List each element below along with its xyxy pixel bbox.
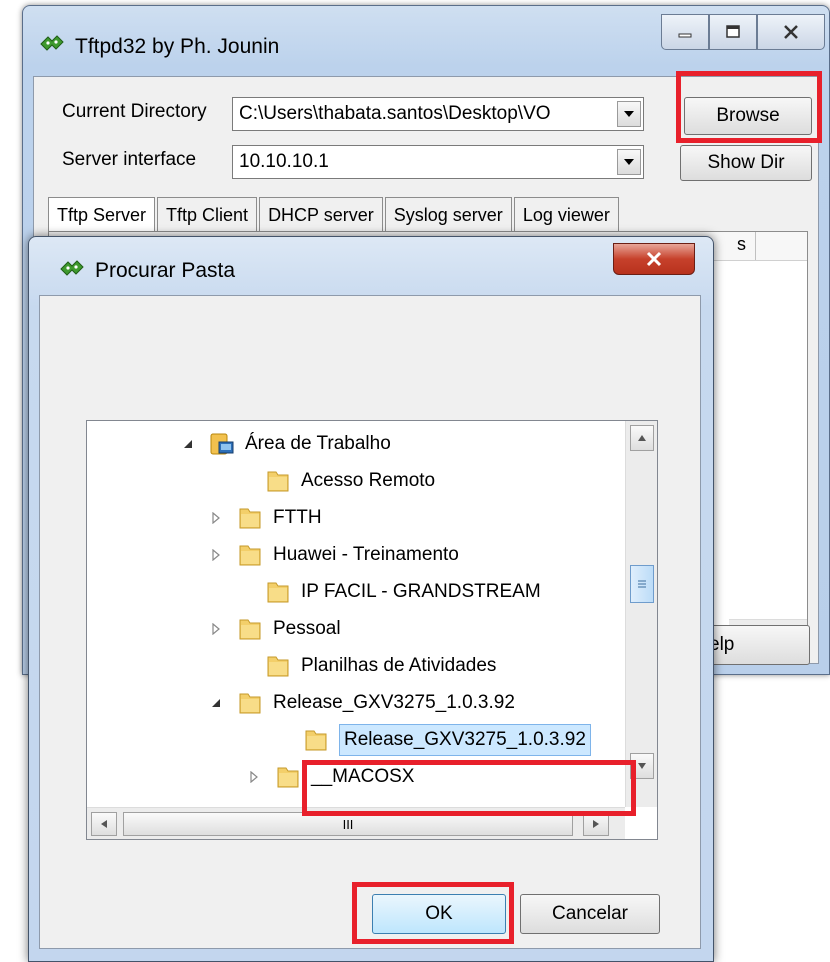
- dialog-client-area: Área de Trabalho Acesso Remoto FTTH Huawei …: [39, 295, 701, 949]
- tree-item-label: Release_GXV3275_1.0.3.92: [273, 692, 515, 713]
- maximize-button[interactable]: [709, 14, 757, 50]
- tree-item-label: Release_GXV3275_1.0.3.92: [339, 724, 591, 756]
- folder-icon: [239, 508, 261, 529]
- chevron-down-icon: [624, 159, 634, 165]
- app-icon: [40, 35, 64, 51]
- scroll-left-button[interactable]: [91, 812, 117, 836]
- server-interface-combo[interactable]: 10.10.10.1: [232, 145, 644, 179]
- expander-collapsed-icon[interactable]: [209, 548, 223, 562]
- caption-buttons: [661, 14, 825, 50]
- column-header-partial: s: [737, 234, 746, 254]
- tab-tftp-client[interactable]: Tftp Client: [157, 197, 258, 231]
- tree-item-label: FTTH: [273, 507, 322, 528]
- show-dir-button[interactable]: Show Dir: [680, 145, 812, 181]
- arrow-left-icon: [101, 820, 107, 828]
- folder-icon: [239, 619, 261, 640]
- tree-item[interactable]: Área de Trabalho: [181, 427, 391, 461]
- folder-icon: [267, 656, 289, 677]
- arrow-up-icon: [638, 435, 646, 441]
- server-interface-value: 10.10.10.1: [239, 151, 329, 172]
- current-directory-combo[interactable]: C:\Users\thabata.santos\Desktop\VO: [232, 97, 644, 131]
- tree-item-label: __MACOSX: [311, 766, 415, 787]
- chevron-down-icon: [624, 111, 634, 117]
- tree-item[interactable]: Huawei - Treinamento: [209, 538, 459, 572]
- scroll-thumb[interactable]: [630, 565, 654, 603]
- dialog-title: Procurar Pasta: [95, 259, 236, 282]
- folder-icon: [277, 767, 299, 788]
- expander-expanded-icon[interactable]: [181, 437, 195, 451]
- tab-dhcp-server[interactable]: DHCP server: [259, 197, 383, 231]
- tree-item[interactable]: Release_GXV3275_1.0.3.92: [275, 723, 591, 757]
- folder-icon: [239, 693, 261, 714]
- tab-strip: Tftp Server Tftp Client DHCP server Sysl…: [48, 197, 621, 231]
- arrow-right-icon: [593, 820, 599, 828]
- column-divider: [755, 232, 756, 260]
- close-icon: [784, 25, 798, 39]
- tree-item[interactable]: __MACOSX: [247, 760, 414, 794]
- tab-syslog-server[interactable]: Syslog server: [384, 197, 512, 231]
- tree-item-label: Planilhas de Atividades: [301, 655, 497, 676]
- tree-item[interactable]: Acesso Remoto: [237, 464, 435, 498]
- folder-tree[interactable]: Área de Trabalho Acesso Remoto FTTH Huawei …: [86, 420, 658, 840]
- expander-placeholder: [237, 659, 251, 673]
- expander-expanded-icon[interactable]: [209, 696, 223, 710]
- tree-item-label: Huawei - Treinamento: [273, 544, 459, 565]
- tree-item-label: Acesso Remoto: [301, 470, 436, 491]
- minimize-button[interactable]: [661, 14, 709, 50]
- minimize-icon: [678, 33, 692, 38]
- close-icon: [646, 251, 662, 267]
- tree-item[interactable]: IP FACIL - GRANDSTREAM: [237, 575, 541, 609]
- folder-icon: [305, 730, 327, 751]
- tree-horizontal-scrollbar[interactable]: III: [87, 807, 625, 839]
- dialog-close-button[interactable]: [613, 243, 695, 275]
- current-directory-value: C:\Users\thabata.santos\Desktop\VO: [239, 103, 551, 124]
- tree-item-label: IP FACIL - GRANDSTREAM: [301, 581, 541, 602]
- tree-item[interactable]: Planilhas de Atividades: [237, 649, 496, 683]
- cancel-button[interactable]: Cancelar: [520, 894, 660, 934]
- tree-item[interactable]: Release_GXV3275_1.0.3.92: [209, 686, 515, 720]
- tree-item-label: Pessoal: [273, 618, 341, 639]
- tab-log-viewer[interactable]: Log viewer: [513, 197, 619, 231]
- arrow-down-icon: [638, 763, 646, 769]
- scroll-up-button[interactable]: [630, 425, 654, 451]
- title-bar[interactable]: Tftpd32 by Ph. Jounin: [23, 6, 829, 76]
- expander-placeholder: [237, 474, 251, 488]
- app-icon: [60, 260, 84, 276]
- browse-folder-dialog: Procurar Pasta Área de Trabalho Acesso Re…: [28, 236, 714, 962]
- expander-collapsed-icon[interactable]: [247, 770, 261, 784]
- tree-item[interactable]: FTTH: [209, 501, 322, 535]
- tree-item-label: Área de Trabalho: [245, 433, 391, 454]
- close-button[interactable]: [757, 14, 825, 50]
- expander-placeholder: [237, 585, 251, 599]
- maximize-icon: [726, 25, 740, 38]
- server-interface-label: Server interface: [62, 149, 197, 170]
- folder-icon: [267, 582, 289, 603]
- scroll-down-button[interactable]: [630, 753, 654, 779]
- current-directory-dropdown-button[interactable]: [617, 101, 641, 127]
- desktop-folder-icon: [210, 433, 234, 455]
- expander-collapsed-icon[interactable]: [209, 511, 223, 525]
- tree-vertical-scrollbar[interactable]: [625, 421, 657, 807]
- hscroll-thumb[interactable]: III: [123, 812, 573, 836]
- tab-tftp-server[interactable]: Tftp Server: [48, 197, 156, 231]
- folder-icon: [239, 545, 261, 566]
- scroll-right-button[interactable]: [583, 812, 609, 836]
- grip-icon: [638, 580, 646, 588]
- expander-placeholder: [275, 733, 289, 747]
- ok-button[interactable]: OK: [372, 894, 506, 934]
- folder-icon: [267, 471, 289, 492]
- expander-collapsed-icon[interactable]: [209, 622, 223, 636]
- server-interface-dropdown-button[interactable]: [617, 149, 641, 175]
- browse-button[interactable]: Browse: [684, 97, 812, 135]
- tree-item[interactable]: Pessoal: [209, 612, 341, 646]
- current-directory-label: Current Directory: [62, 101, 207, 122]
- window-title: Tftpd32 by Ph. Jounin: [75, 35, 280, 58]
- help-button[interactable]: elp: [704, 625, 810, 665]
